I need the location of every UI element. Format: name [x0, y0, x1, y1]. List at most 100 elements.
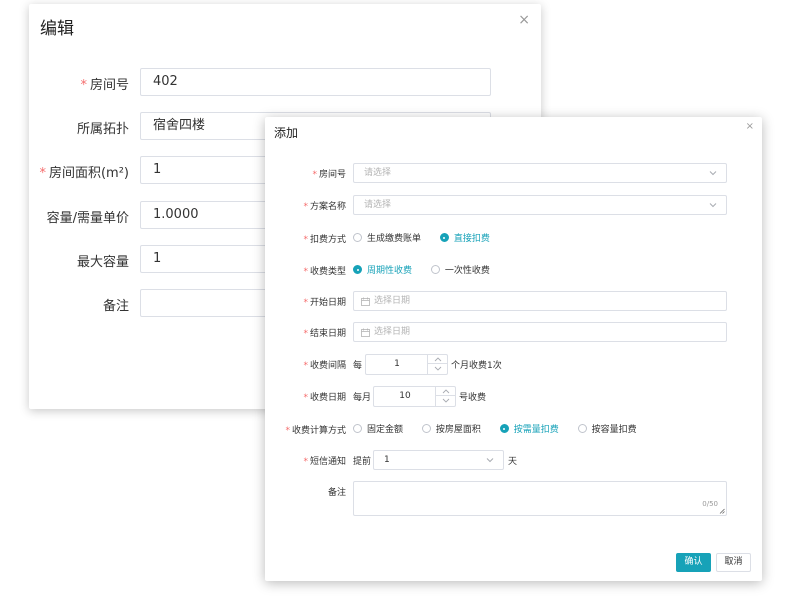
confirm-button[interactable]: 确认 — [676, 553, 711, 572]
label-calc-mode: * 收费计算方式 — [285, 426, 346, 436]
row-deduct-mode: * 扣费方式 生成缴费账单 直接扣费 — [265, 228, 762, 248]
radio-by-demand[interactable]: 按需量扣费 — [499, 422, 559, 435]
close-icon[interactable]: × — [518, 12, 530, 28]
row-remark: 备注 0/50 — [265, 481, 762, 517]
radio-fixed-amount[interactable]: 固定金额 — [353, 422, 403, 435]
radio-dot — [499, 424, 509, 433]
plan-select[interactable]: 请选择 — [353, 195, 727, 215]
add-dialog: 添加 × * 房间号 请选择 * 方案名称 请选择 * 扣费方式 生成缴费账单 直接扣… — [265, 117, 762, 581]
calendar-icon — [361, 328, 370, 337]
charge-type-radio-group: 周期性收费 一次性收费 — [353, 263, 506, 276]
increase-button[interactable] — [436, 387, 455, 396]
edit-label-topology: 所属拓扑 — [76, 122, 129, 137]
required-mark: * — [303, 235, 308, 245]
radio-by-capacity[interactable]: 按容量扣费 — [577, 422, 637, 435]
radio-generate-bill[interactable]: 生成缴费账单 — [353, 231, 421, 244]
radio-dot — [353, 424, 362, 433]
sms-prefix: 提前 — [353, 457, 372, 467]
row-charge-type: * 收费类型 周期性收费 一次性收费 — [265, 260, 762, 280]
row-plan: * 方案名称 请选择 — [265, 195, 762, 215]
start-date-picker[interactable]: 选择日期 — [353, 291, 727, 311]
required-mark: * — [303, 457, 308, 467]
interval-stepper[interactable]: 1 — [365, 354, 448, 375]
charge-day-prefix: 每月 — [353, 393, 372, 403]
radio-dot — [430, 265, 440, 274]
required-mark: * — [312, 170, 317, 180]
radio-dot — [439, 233, 449, 242]
charge-day-value: 10 — [399, 391, 411, 401]
chevron-down-icon — [442, 398, 450, 403]
label-charge-day: * 收费日期 — [303, 393, 346, 403]
row-interval: * 收费间隔 每 1 个月收费1次 — [265, 354, 762, 375]
charge-day-suffix: 号收费 — [459, 393, 487, 403]
edit-label-max-capacity: 最大容量 — [76, 255, 129, 270]
radio-direct-deduct[interactable]: 直接扣费 — [439, 231, 490, 244]
edit-label-room: * 房间号 — [80, 78, 129, 93]
chevron-down-icon — [434, 366, 442, 371]
edit-label-unit-price: 容量/需量单价 — [46, 211, 129, 226]
stepper-arrows — [427, 355, 447, 374]
sms-days-value: 1 — [384, 455, 390, 465]
end-date-picker[interactable]: 选择日期 — [353, 322, 727, 342]
label-plan: * 方案名称 — [303, 202, 346, 212]
decrease-button[interactable] — [436, 396, 455, 405]
row-room: * 房间号 请选择 — [265, 163, 762, 183]
resize-grip-icon[interactable] — [719, 508, 725, 514]
required-mark: * — [303, 267, 308, 277]
row-end-date: * 结束日期 选择日期 — [265, 322, 762, 342]
chevron-down-icon — [486, 458, 494, 463]
room-select[interactable]: 请选择 — [353, 163, 727, 183]
increase-button[interactable] — [428, 355, 447, 364]
label-remark: 备注 — [327, 488, 346, 498]
radio-dot — [353, 265, 362, 274]
plan-select-placeholder: 请选择 — [364, 200, 392, 210]
row-start-date: * 开始日期 选择日期 — [265, 291, 762, 311]
sms-days-select[interactable]: 1 — [373, 450, 504, 470]
label-charge-type: * 收费类型 — [303, 267, 346, 277]
required-mark: * — [303, 361, 308, 371]
radio-dot — [421, 424, 431, 433]
label-deduct-mode: * 扣费方式 — [303, 235, 346, 245]
row-charge-day: * 收费日期 每月 10 号收费 — [265, 386, 762, 407]
row-sms: * 短信通知 提前 1 天 — [265, 450, 762, 470]
start-date-placeholder: 选择日期 — [374, 296, 411, 306]
remark-textarea[interactable]: 0/50 — [353, 481, 727, 516]
cancel-button[interactable]: 取消 — [716, 553, 751, 572]
add-dialog-title: 添加 — [274, 126, 299, 140]
deduct-mode-radio-group: 生成缴费账单 直接扣费 — [353, 231, 506, 244]
radio-dot — [577, 424, 587, 433]
radio-by-area[interactable]: 按房屋面积 — [421, 422, 481, 435]
calendar-icon — [361, 297, 370, 306]
edit-row-room: * 房间号 402 — [29, 68, 541, 96]
required-mark: * — [303, 202, 308, 212]
interval-value: 1 — [394, 359, 400, 369]
label-room: * 房间号 — [312, 170, 346, 180]
room-select-placeholder: 请选择 — [364, 168, 392, 178]
radio-one-time[interactable]: 一次性收费 — [430, 263, 490, 276]
edit-label-area: * 房间面积(m²) — [39, 166, 129, 181]
end-date-placeholder: 选择日期 — [374, 327, 411, 337]
required-mark: * — [303, 393, 308, 403]
edit-dialog-title: 编辑 — [40, 19, 74, 39]
chevron-down-icon — [709, 171, 717, 176]
sms-suffix: 天 — [508, 457, 518, 467]
charge-day-stepper[interactable]: 10 — [373, 386, 456, 407]
decrease-button[interactable] — [428, 364, 447, 373]
remark-char-count: 0/50 — [702, 500, 718, 508]
row-calc-mode: * 收费计算方式 固定金额 按房屋面积 按需量扣费 按容量扣费 — [265, 419, 762, 439]
label-end-date: * 结束日期 — [303, 329, 346, 339]
chevron-up-icon — [442, 389, 450, 394]
calc-mode-radio-group: 固定金额 按房屋面积 按需量扣费 按容量扣费 — [353, 422, 653, 435]
required-mark: * — [303, 298, 308, 308]
interval-suffix: 个月收费1次 — [451, 361, 502, 371]
room-number-input[interactable]: 402 — [140, 68, 491, 96]
interval-prefix: 每 — [353, 361, 363, 371]
required-mark: * — [39, 166, 46, 181]
label-start-date: * 开始日期 — [303, 298, 346, 308]
radio-periodic[interactable]: 周期性收费 — [353, 263, 412, 276]
required-mark: * — [285, 426, 290, 436]
required-mark: * — [303, 329, 308, 339]
close-icon[interactable]: × — [746, 121, 754, 132]
required-mark: * — [80, 78, 87, 93]
radio-dot — [353, 233, 362, 242]
